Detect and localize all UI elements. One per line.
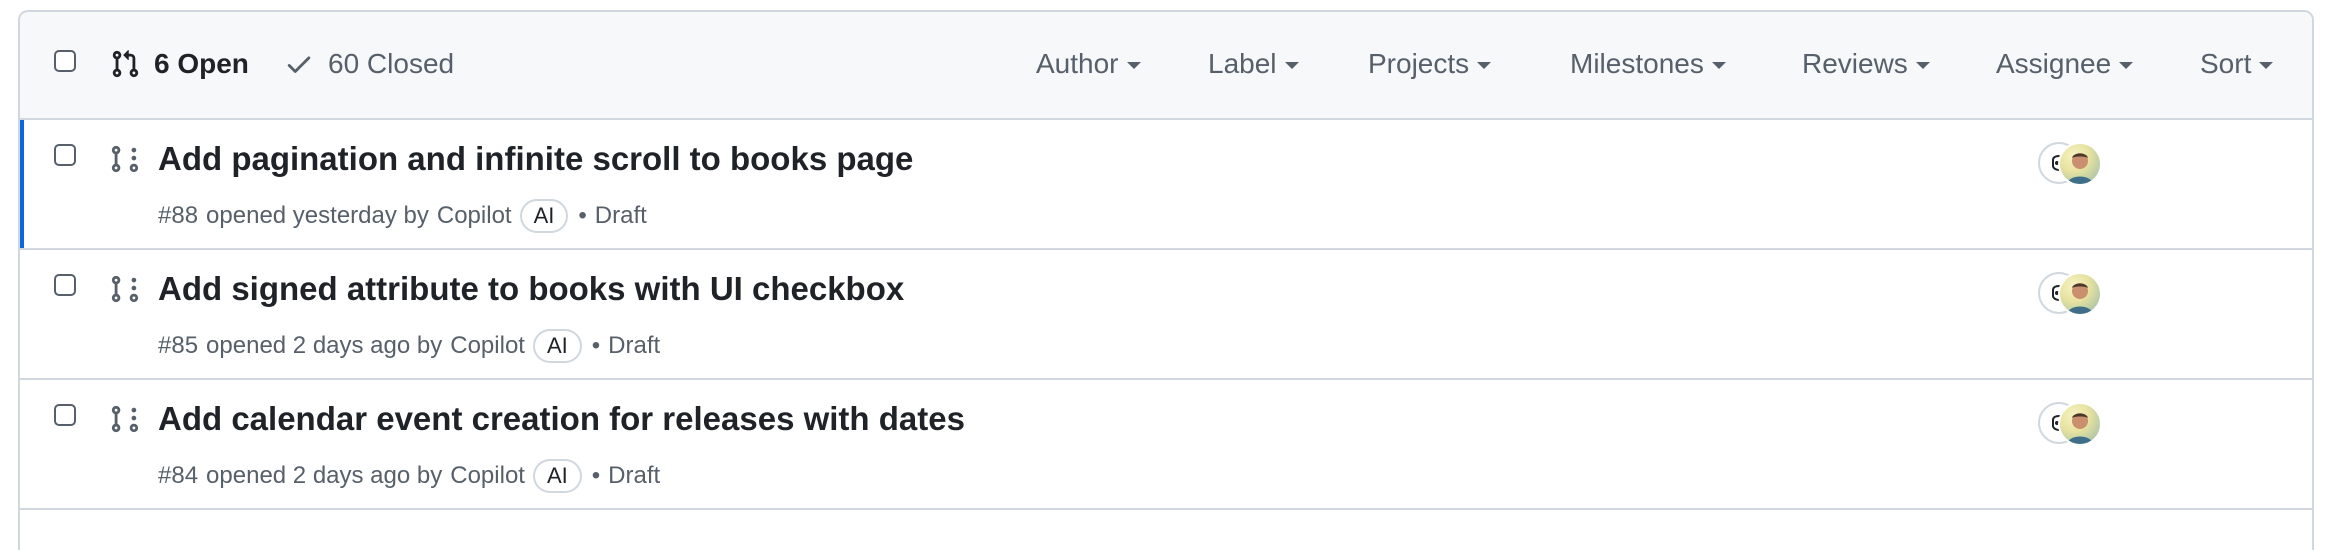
user-avatar-icon (2067, 283, 2093, 314)
pull-request-meta: #88 opened yesterday by Copilot AI • Dra… (158, 196, 647, 236)
opened-text: opened 2 days ago by (206, 462, 443, 489)
chevron-down-icon (1126, 62, 1141, 69)
user-avatar-icon (2067, 153, 2093, 184)
author-filter[interactable]: Author (1036, 42, 1141, 86)
pull-request-row: Add calendar event creation for releases… (20, 380, 2312, 510)
pull-request-number: #88 (158, 202, 199, 229)
select-all-checkbox[interactable] (54, 50, 76, 72)
git-pull-request-draft-icon (111, 405, 139, 433)
pull-request-title-link[interactable]: Add pagination and infinite scroll to bo… (158, 140, 913, 178)
author-link[interactable]: Copilot (437, 202, 512, 230)
git-pull-request-draft-icon (111, 275, 139, 303)
projects-filter[interactable]: Projects (1368, 42, 1492, 86)
closed-filter-link[interactable]: 60 Closed (284, 42, 454, 86)
draft-status[interactable]: Draft (608, 332, 660, 360)
git-pull-request-draft-icon (111, 145, 139, 173)
ai-badge: AI (519, 199, 569, 233)
assignee-avatars (2038, 272, 2108, 318)
draft-status[interactable]: Draft (595, 202, 647, 230)
sort-filter-label: Sort (2200, 48, 2252, 79)
ai-badge: AI (532, 459, 582, 493)
author-link[interactable]: Copilot (450, 332, 525, 360)
chevron-down-icon (1915, 62, 1930, 69)
row-checkbox[interactable] (54, 144, 76, 166)
opened-text: opened 2 days ago by (206, 332, 443, 359)
assignee-avatars (2038, 142, 2108, 188)
user-avatar-icon (2067, 413, 2093, 444)
chevron-down-icon (1284, 62, 1299, 69)
pull-request-row: Add pagination and infinite scroll to bo… (20, 120, 2312, 250)
chevron-down-icon (2119, 62, 2134, 69)
pull-request-meta: #85 opened 2 days ago by Copilot AI • Dr… (158, 326, 660, 366)
milestones-filter[interactable]: Milestones (1570, 42, 1726, 86)
reviews-filter-label: Reviews (1802, 48, 1908, 79)
pull-request-row: Add signed attribute to books with UI ch… (20, 250, 2312, 380)
closed-count-label: 60 Closed (328, 48, 455, 79)
pull-request-meta: #84 opened 2 days ago by Copilot AI • Dr… (158, 456, 660, 496)
opened-text: opened yesterday by (206, 202, 429, 229)
user-avatar[interactable] (2058, 142, 2102, 186)
separator-dot: • (591, 332, 601, 359)
chevron-down-icon (1477, 62, 1492, 69)
pull-request-number: #85 (158, 332, 199, 359)
row-checkbox[interactable] (54, 404, 76, 426)
separator-dot: • (578, 202, 587, 229)
chevron-down-icon (2259, 62, 2274, 69)
separator-dot: • (591, 462, 601, 489)
chevron-down-icon (1711, 62, 1726, 69)
ai-badge: AI (532, 329, 582, 363)
open-filter-link[interactable]: 6 Open (110, 42, 249, 86)
row-checkbox[interactable] (54, 274, 76, 296)
open-count-label: 6 Open (154, 48, 249, 79)
list-header: 6 Open 60 Closed Author Label Projects M… (20, 12, 2312, 120)
pull-request-number: #84 (158, 462, 199, 489)
assignee-filter-label: Assignee (1996, 48, 2112, 79)
user-avatar[interactable] (2058, 272, 2102, 316)
assignee-avatars (2038, 402, 2108, 448)
pull-request-title-link[interactable]: Add signed attribute to books with UI ch… (158, 270, 904, 308)
sort-filter[interactable]: Sort (2200, 42, 2274, 86)
pull-request-list: 6 Open 60 Closed Author Label Projects M… (18, 10, 2314, 550)
label-filter[interactable]: Label (1208, 42, 1299, 86)
git-pull-request-icon (112, 50, 139, 78)
pull-request-title-link[interactable]: Add calendar event creation for releases… (158, 400, 965, 438)
user-avatar[interactable] (2058, 402, 2102, 446)
reviews-filter[interactable]: Reviews (1802, 42, 1930, 86)
projects-filter-label: Projects (1368, 48, 1470, 79)
check-icon (287, 56, 311, 73)
milestones-filter-label: Milestones (1570, 48, 1704, 79)
author-filter-label: Author (1036, 48, 1119, 79)
label-filter-label: Label (1208, 48, 1277, 79)
author-link[interactable]: Copilot (450, 462, 525, 490)
draft-status[interactable]: Draft (608, 462, 660, 490)
assignee-filter[interactable]: Assignee (1996, 42, 2134, 86)
